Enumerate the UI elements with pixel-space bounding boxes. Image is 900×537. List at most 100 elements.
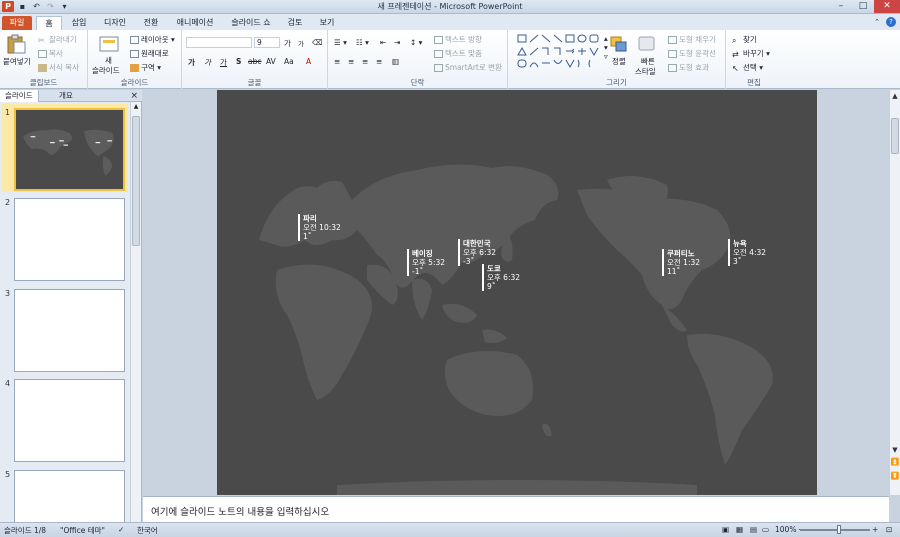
scrollbar-thumb[interactable] xyxy=(132,116,140,246)
spellcheck-icon[interactable]: ✓ xyxy=(118,525,124,534)
tab-outline-panel[interactable]: 개요 xyxy=(54,90,78,102)
help-icon[interactable]: ? xyxy=(886,17,896,27)
panel-close-icon[interactable]: × xyxy=(130,90,138,102)
normal-view-icon[interactable]: ▣ xyxy=(722,525,729,534)
thumb-number: 2 xyxy=(5,198,11,207)
theme-name[interactable]: "Office 테마" xyxy=(60,525,105,536)
close-button[interactable]: ✕ xyxy=(874,0,900,13)
slide-thumbnail-5[interactable] xyxy=(14,470,125,522)
next-slide-icon[interactable]: ⏬ xyxy=(890,472,900,480)
bold-button[interactable]: 가 xyxy=(188,57,195,68)
reading-view-icon[interactable]: ▤ xyxy=(750,525,757,534)
align-text-button[interactable]: 텍스트 맞춤 xyxy=(434,48,482,59)
cut-button[interactable]: ✂ 잘라내기 xyxy=(38,34,77,45)
select-button[interactable]: ↖ 선택 ▾ xyxy=(732,62,763,73)
reset-button[interactable]: 원래대로 xyxy=(130,48,169,59)
tab-review[interactable]: 검토 xyxy=(282,16,308,30)
zoom-level[interactable]: 100% xyxy=(775,525,796,534)
increase-indent-icon[interactable]: ⇥ xyxy=(394,38,400,47)
city-temp: 3˚ xyxy=(733,257,742,266)
align-right-icon[interactable]: ≡ xyxy=(362,57,368,66)
minimize-ribbon-icon[interactable]: ⌃ xyxy=(872,17,882,27)
scrollbar-thumb[interactable] xyxy=(891,118,899,154)
numbering-icon[interactable]: ☷ ▾ xyxy=(356,38,369,47)
align-center-icon[interactable]: ≡ xyxy=(348,57,354,66)
find-button[interactable]: ⌕ 찾기 xyxy=(732,34,757,45)
language[interactable]: 한국어 xyxy=(137,525,158,536)
tab-file[interactable]: 파일 xyxy=(2,16,32,30)
shapes-gallery[interactable] xyxy=(516,33,602,71)
thumb-number: 5 xyxy=(5,470,11,479)
shadow-button[interactable]: S xyxy=(236,57,241,66)
format-painter-button[interactable]: 서식 복사 xyxy=(38,62,79,73)
underline-button[interactable]: 가 xyxy=(220,57,227,68)
city-label-cupertino: 쿠퍼티노 오전 1:32 11˚ xyxy=(662,249,700,276)
tab-insert[interactable]: 삽입 xyxy=(66,16,92,30)
slide-thumbnail-1[interactable] xyxy=(14,108,125,191)
font-size-combo[interactable]: 9 xyxy=(254,37,280,48)
scroll-up-icon[interactable]: ▲ xyxy=(890,92,900,100)
line-spacing-icon[interactable]: ↕ ▾ xyxy=(410,38,422,47)
scroll-down-icon[interactable]: ▼ xyxy=(890,446,900,454)
font-color-icon[interactable]: A xyxy=(306,57,311,66)
scroll-up-icon[interactable]: ▲ xyxy=(131,103,141,110)
shrink-font-button[interactable]: 가 xyxy=(298,38,304,48)
tab-animations[interactable]: 애니메이션 xyxy=(170,16,220,30)
slide-thumbnail-3[interactable] xyxy=(14,289,125,372)
tab-slideshow[interactable]: 슬라이드 쇼 xyxy=(226,16,276,30)
slideshow-view-icon[interactable]: ▭ xyxy=(762,525,769,534)
slide-thumbnail-4[interactable] xyxy=(14,379,125,462)
copy-button[interactable]: 복사 xyxy=(38,48,63,59)
tab-slides-panel[interactable]: 슬라이드 xyxy=(0,90,39,102)
current-slide[interactable]: 파리 오전 10:32 1˚ 베이징 오후 5:32 -1˚ 대한민국 오후 6… xyxy=(217,90,817,495)
tab-home[interactable]: 홈 xyxy=(36,16,62,30)
font-name-combo[interactable] xyxy=(186,37,252,48)
slide-scrollbar[interactable]: ▲ ▼ ⏫ ⏬ xyxy=(889,90,900,495)
zoom-in-icon[interactable]: + xyxy=(872,525,878,534)
maximize-button[interactable]: □ xyxy=(852,0,874,13)
smartart-button[interactable]: SmartArt로 변환 xyxy=(434,62,502,73)
grow-font-button[interactable]: 가 xyxy=(284,38,291,49)
new-slide-icon[interactable] xyxy=(98,34,120,54)
slide-thumbnail-2[interactable] xyxy=(14,198,125,281)
scissors-icon: ✂ xyxy=(38,36,45,45)
fit-to-window-icon[interactable]: ⊡ xyxy=(886,525,892,534)
quick-styles-button[interactable]: 스타일 xyxy=(635,66,656,77)
shape-effects-button[interactable]: 도형 효과 xyxy=(668,62,709,73)
zoom-slider-thumb[interactable] xyxy=(837,525,841,534)
zoom-slider[interactable] xyxy=(800,529,870,531)
italic-button[interactable]: 가 xyxy=(204,57,211,68)
align-left-icon[interactable]: ≡ xyxy=(334,57,340,66)
clear-format-icon[interactable]: ⌫ xyxy=(312,38,323,47)
tab-transitions[interactable]: 전환 xyxy=(136,16,166,30)
paste-icon[interactable] xyxy=(5,34,27,54)
text-direction-icon xyxy=(434,36,443,44)
strikethrough-button[interactable]: abc xyxy=(248,57,261,66)
binoculars-icon: ⌕ xyxy=(732,36,737,45)
character-spacing-button[interactable]: AV xyxy=(266,57,276,66)
section-button[interactable]: 구역 ▾ xyxy=(130,62,161,73)
shape-fill-button[interactable]: 도형 채우기 xyxy=(668,34,716,45)
thumbnail-scrollbar[interactable]: ▲ xyxy=(130,102,141,522)
text-direction-button[interactable]: 텍스트 방향 xyxy=(434,34,482,45)
arrange-button[interactable]: 정렬 xyxy=(612,56,626,67)
replace-button[interactable]: ⇄ 바꾸기 ▾ xyxy=(732,48,770,59)
paste-button[interactable]: 붙여넣기 xyxy=(3,56,31,67)
bullets-icon[interactable]: ☰ ▾ xyxy=(334,38,347,47)
notes-pane[interactable]: 여기에 슬라이드 노트의 내용을 입력하십시오 xyxy=(143,496,889,522)
arrange-icon[interactable] xyxy=(608,34,630,54)
tab-view[interactable]: 보기 xyxy=(314,16,340,30)
layout-button[interactable]: 레이아웃 ▾ xyxy=(130,34,175,45)
columns-icon[interactable]: ▥ xyxy=(392,57,399,66)
paragraph-group: ☰ ▾ ☷ ▾ ⇤ ⇥ ↕ ▾ 텍스트 방향 텍스트 맞춤 SmartArt로 … xyxy=(328,30,508,89)
quick-styles-icon[interactable] xyxy=(636,34,658,54)
previous-slide-icon[interactable]: ⏫ xyxy=(890,458,900,466)
decrease-indent-icon[interactable]: ⇤ xyxy=(380,38,386,47)
tab-design[interactable]: 디자인 xyxy=(98,16,132,30)
slide-sorter-icon[interactable]: ▦ xyxy=(736,525,743,534)
shape-outline-button[interactable]: 도형 윤곽선 xyxy=(668,48,716,59)
new-slide-button[interactable]: 슬라이드 xyxy=(92,65,120,76)
minimize-button[interactable]: – xyxy=(830,0,852,13)
change-case-button[interactable]: Aa xyxy=(284,57,294,66)
justify-icon[interactable]: ≡ xyxy=(376,57,382,66)
